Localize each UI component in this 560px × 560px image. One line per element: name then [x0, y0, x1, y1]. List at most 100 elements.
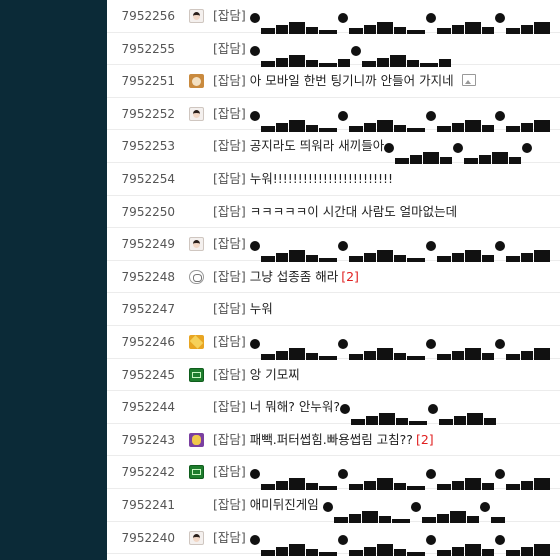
post-row[interactable]: 7952248 [잡담] 그냥 섭종좀 해라 [2] [107, 261, 560, 294]
post-number: 7952242 [121, 465, 175, 480]
post-title-text: 앙 기모찌 [249, 366, 300, 382]
post-title-link[interactable]: [잡담] 너 뭐해? 안누워? [213, 391, 497, 426]
category-tag: [잡담] [213, 73, 246, 89]
post-title-link[interactable]: [잡담] 앙 기모찌 [213, 359, 300, 391]
avatar-girl-icon [189, 530, 204, 545]
post-row[interactable]: 7952255 [잡담] [107, 33, 560, 67]
post-row[interactable]: 7952253 [잡담] 공지라도 띄워라 새끼들아 [107, 130, 560, 165]
post-number: 7952252 [121, 106, 175, 121]
post-title-link[interactable]: [잡담] 패빽.퍼터썹힘.빠용썹림 고침?? [2] [213, 424, 434, 456]
post-row[interactable]: 7952242 [잡담] [107, 456, 560, 491]
post-title-link[interactable]: [잡담] [213, 0, 551, 34]
post-title-text: 그냥 섭종좀 해라 [249, 268, 339, 284]
post-title-link[interactable]: [잡담] 누워 [213, 293, 273, 325]
post-number: 7952249 [121, 237, 175, 252]
badge-green-icon [189, 465, 204, 480]
redacted-text [249, 35, 452, 67]
avatar-girl-icon [189, 237, 204, 252]
post-title-text: 공지라도 띄워라 새끼들아 [249, 138, 385, 154]
post-title-text: 누워 [249, 301, 273, 317]
category-tag: [잡담] [213, 464, 246, 480]
redacted-text [249, 230, 551, 263]
avatar-girl-icon [189, 106, 204, 121]
category-tag: [잡담] [213, 333, 246, 349]
post-number: 7952251 [121, 74, 175, 89]
category-tag: [잡담] [213, 529, 246, 545]
redacted-text [322, 491, 506, 523]
left-sidebar [0, 0, 107, 560]
post-title-link[interactable]: [잡담] [213, 98, 551, 132]
post-number: 7952248 [121, 269, 175, 284]
category-tag: [잡담] [213, 268, 246, 284]
post-number: 7952244 [121, 400, 175, 415]
category-tag: [잡담] [213, 431, 246, 447]
post-row[interactable]: 7952240 [잡담] [107, 522, 560, 556]
post-title-text: 아 모바일 한번 팅기니까 안들어 가지네 [249, 73, 454, 89]
post-row[interactable]: 7952252 [잡담] [107, 98, 560, 132]
comment-count: [2] [341, 268, 359, 284]
post-title-link[interactable]: [잡담] 공지라도 띄워라 새끼들아 [213, 130, 533, 165]
post-title-text: 패빽.퍼터썹힘.빠용썹림 고침?? [249, 431, 413, 447]
post-row[interactable]: 7952247 [잡담] 누워 [107, 293, 560, 326]
post-row[interactable]: 7952249 [잡담] [107, 228, 560, 263]
post-row[interactable]: 7952244 [잡담] 너 뭐해? 안누워? [107, 391, 560, 426]
post-title-link[interactable]: [잡담] 누워!!!!!!!!!!!!!!!!!!!!!!!! [213, 163, 393, 195]
category-tag: [잡담] [213, 40, 246, 56]
redacted-text [249, 524, 551, 556]
post-number: 7952241 [121, 497, 175, 512]
post-number: 7952240 [121, 530, 175, 545]
redacted-text [249, 458, 551, 491]
post-row[interactable]: 7952241 [잡담] 애미뒤진게임 [107, 489, 560, 523]
post-title-text: 애미뒤진게임 [249, 496, 323, 512]
post-number: 7952247 [121, 302, 175, 317]
category-tag: [잡담] [213, 170, 246, 186]
post-number: 7952243 [121, 432, 175, 447]
post-number: 7952255 [121, 41, 175, 56]
avatar-owl-icon [189, 269, 204, 284]
avatar-dog-icon [189, 74, 204, 89]
badge-green-icon [189, 367, 204, 382]
post-title-link[interactable]: [잡담] ㅋㅋㅋㅋㅋ이 시간대 사람도 얼마없는데 [213, 196, 457, 228]
category-tag: [잡담] [213, 366, 246, 382]
post-row[interactable]: 7952243 [잡담] 패빽.퍼터썹힘.빠용썹림 고침?? [2] [107, 424, 560, 457]
avatar-purple-icon [189, 432, 204, 447]
post-title-text: 너 뭐해? 안누워? [249, 399, 340, 415]
post-title-link[interactable]: [잡담] [213, 228, 551, 263]
post-list: 7952256 [잡담] 7952255 [잡담] 7952251 [잡담] 아 모바… [107, 0, 560, 560]
badge-gold-icon [189, 334, 204, 349]
post-number: 7952245 [121, 367, 175, 382]
post-title-text: 누워!!!!!!!!!!!!!!!!!!!!!!!! [249, 170, 394, 186]
post-row[interactable]: 7952245 [잡담] 앙 기모찌 [107, 359, 560, 392]
category-tag: [잡담] [213, 496, 246, 512]
post-row[interactable]: 7952254 [잡담] 누워!!!!!!!!!!!!!!!!!!!!!!!! [107, 163, 560, 196]
post-title-link[interactable]: [잡담] 그냥 섭종좀 해라 [2] [213, 261, 359, 293]
post-row[interactable]: 7952251 [잡담] 아 모바일 한번 팅기니까 안들어 가지네 [107, 65, 560, 98]
category-tag: [잡담] [213, 399, 246, 415]
post-title-link[interactable]: [잡담] [213, 456, 551, 491]
post-row[interactable]: 7952246 [잡담] [107, 326, 560, 360]
post-title-link[interactable]: [잡담] [213, 522, 551, 556]
category-tag: [잡담] [213, 138, 246, 154]
redacted-text [249, 100, 551, 132]
comment-count: [2] [415, 431, 434, 447]
post-title-link[interactable]: [잡담] [213, 33, 452, 67]
redacted-text [339, 393, 497, 426]
post-row[interactable]: 7952256 [잡담] [107, 0, 560, 34]
post-title-link[interactable]: [잡담] 애미뒤진게임 [213, 489, 506, 523]
category-tag: [잡담] [213, 8, 246, 23]
post-number: 7952250 [121, 204, 175, 219]
redacted-text [249, 328, 551, 360]
avatar-girl-icon [189, 9, 204, 23]
post-title-link[interactable]: [잡담] [213, 326, 551, 360]
category-tag: [잡담] [213, 236, 246, 252]
category-tag: [잡담] [213, 301, 246, 317]
redacted-text [384, 132, 533, 165]
post-title-text: ㅋㅋㅋㅋㅋ이 시간대 사람도 얼마없는데 [249, 203, 458, 219]
post-number: 7952254 [121, 171, 175, 186]
category-tag: [잡담] [213, 203, 246, 219]
post-title-link[interactable]: [잡담] 아 모바일 한번 팅기니까 안들어 가지네 [213, 65, 476, 97]
post-row[interactable]: 7952250 [잡담] ㅋㅋㅋㅋㅋ이 시간대 사람도 얼마없는데 [107, 196, 560, 229]
post-number: 7952256 [121, 9, 175, 23]
redacted-text [249, 2, 551, 34]
post-number: 7952253 [121, 139, 175, 154]
